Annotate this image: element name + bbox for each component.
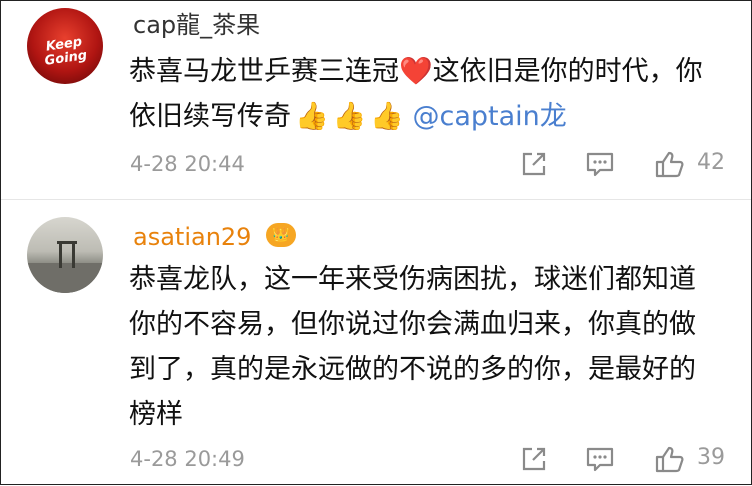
like-count: 39 xyxy=(697,445,725,470)
heart-emoji: ❤️ xyxy=(399,56,433,87)
avatar[interactable] xyxy=(27,217,103,293)
share-icon[interactable] xyxy=(520,445,548,473)
thumbs-up-emoji: 👍 xyxy=(370,101,404,132)
timestamp: 4-28 20:49 xyxy=(130,447,245,471)
thumbs-up-icon[interactable] xyxy=(655,445,684,473)
thumbs-up-emoji: 👍 xyxy=(332,101,367,132)
avatar[interactable]: Keep Going xyxy=(27,8,103,84)
share-icon[interactable] xyxy=(520,150,548,178)
username[interactable]: asatian29 xyxy=(133,222,251,252)
vip-crown-icon: 👑 xyxy=(266,223,296,247)
thumbs-up-emoji: 👍 xyxy=(295,101,329,132)
mention-link[interactable]: @captain龙 xyxy=(412,101,566,132)
username[interactable]: cap龍_茶果 xyxy=(133,10,260,40)
comment-item: Keep Going cap龍_茶果 恭喜马龙世乒赛三连冠❤️这依旧是你的时代，… xyxy=(1,1,751,199)
avatar-logo-text: Keep Going xyxy=(43,34,89,69)
reply-icon[interactable] xyxy=(586,150,614,178)
comment-text: 恭喜马龙世乒赛三连冠❤️这依旧是你的时代，你依旧续写传奇 👍 👍 👍 @captain… xyxy=(129,49,711,139)
comment-text-part: 恭喜马龙世乒赛三连冠 xyxy=(129,56,399,87)
like-count: 42 xyxy=(697,150,725,175)
reply-icon[interactable] xyxy=(586,445,614,473)
comment-text: 恭喜龙队，这一年来受伤病困扰，球迷们都知道你的不容易，但你说过你会满血归来，你真… xyxy=(129,264,696,430)
comment-item: asatian29 👑 恭喜龙队，这一年来受伤病困扰，球迷们都知道你的不容易，但… xyxy=(1,200,751,486)
timestamp: 4-28 20:44 xyxy=(130,152,245,176)
thumbs-up-icon[interactable] xyxy=(655,150,684,178)
